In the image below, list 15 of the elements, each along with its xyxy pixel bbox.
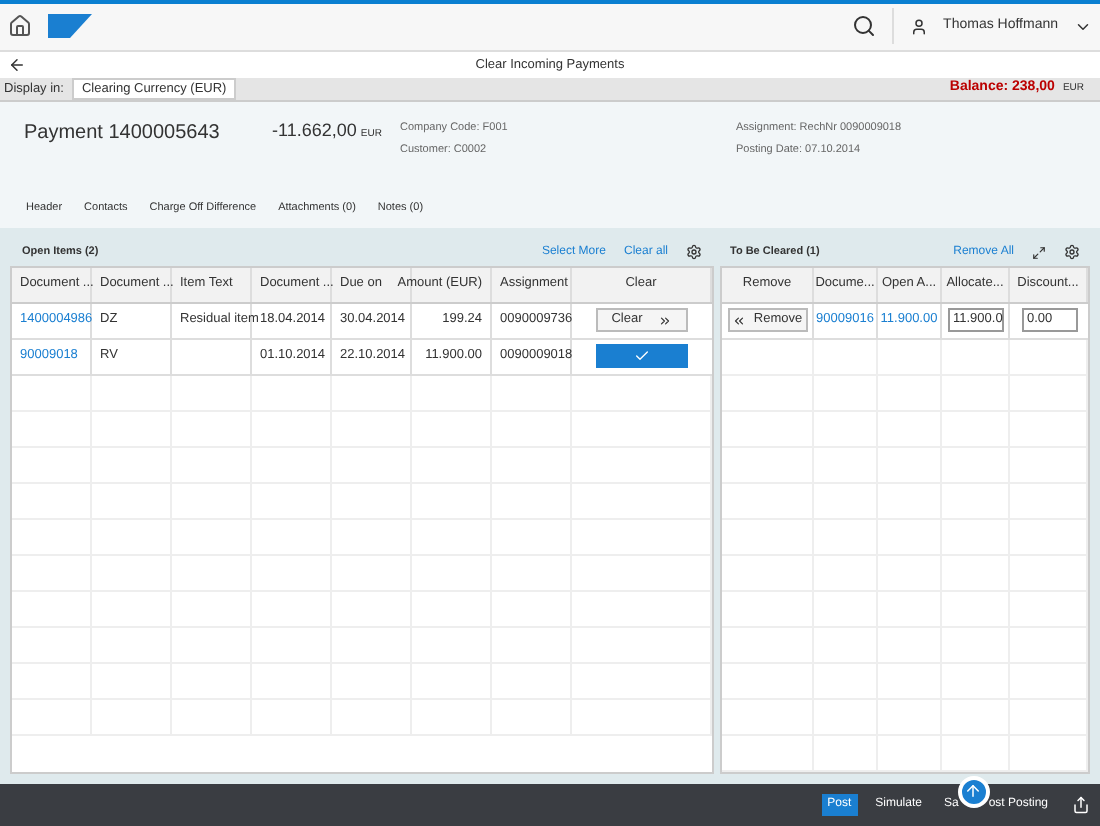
settings-icon[interactable] <box>1064 244 1080 261</box>
search-icon[interactable] <box>851 14 876 39</box>
settings-icon[interactable] <box>686 244 702 261</box>
expand-icon[interactable] <box>1032 245 1046 260</box>
double-chevron-icon <box>731 313 746 328</box>
object-amount: -11.662,00 <box>272 118 357 145</box>
check-icon <box>634 348 650 365</box>
home-icon[interactable] <box>8 14 32 39</box>
clear-button[interactable] <box>596 344 688 369</box>
back-icon[interactable] <box>8 55 26 74</box>
user-icon <box>909 17 928 36</box>
object-title: Payment 1400005643 <box>24 120 222 149</box>
logo <box>48 14 92 39</box>
double-chevron-icon <box>658 313 673 328</box>
share-icon[interactable] <box>1072 795 1090 814</box>
